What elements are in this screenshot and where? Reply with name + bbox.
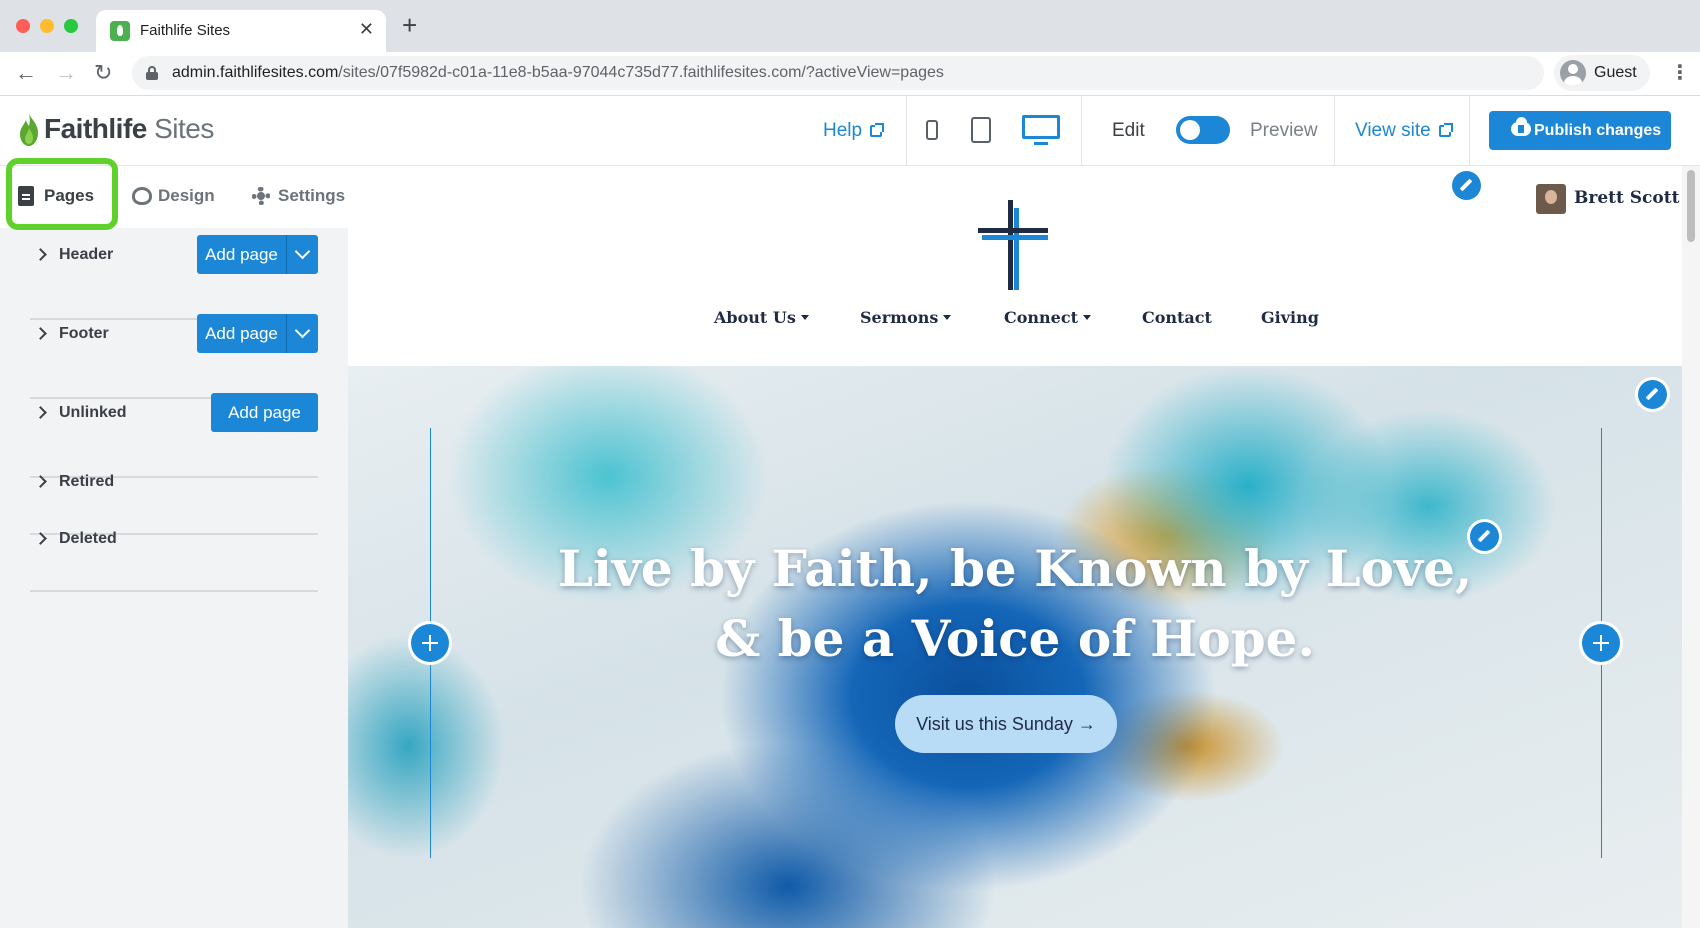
- tab-settings[interactable]: Settings: [240, 166, 345, 228]
- caret-down-icon: [800, 315, 809, 320]
- tab-pages[interactable]: Pages: [6, 158, 118, 230]
- nav-about-us[interactable]: About Us: [714, 308, 809, 327]
- section-retired[interactable]: Retired: [30, 455, 318, 513]
- palette-icon: [132, 187, 152, 205]
- address-bar[interactable]: admin.faithlifesites.com/sites/07f5982d-…: [132, 56, 1544, 90]
- add-page-button[interactable]: Add page: [211, 393, 318, 432]
- header-divider: [1334, 96, 1335, 166]
- reload-icon[interactable]: ↻: [94, 61, 112, 85]
- caret-down-icon: [1082, 315, 1091, 320]
- edit-preview-toggle[interactable]: [1176, 116, 1230, 144]
- window-zoom-button[interactable]: [64, 19, 78, 33]
- user-name[interactable]: Brett Scott: [1574, 188, 1679, 208]
- hero-title-line-1: Live by Faith, be Known by Love,: [557, 539, 1473, 598]
- toggle-knob: [1180, 120, 1200, 140]
- url-text[interactable]: admin.faithlifesites.com/sites/07f5982d-…: [172, 64, 944, 82]
- profile-label: Guest: [1594, 64, 1637, 81]
- pages-sidebar: Pages Design Settings Header Add page Fo…: [0, 158, 348, 928]
- section-deleted[interactable]: Deleted: [30, 512, 318, 570]
- section-header[interactable]: Header Add page: [30, 228, 318, 286]
- external-link-icon: [1438, 123, 1453, 137]
- browser-toolbar: ← → ↻ admin.faithlifesites.com/sites/07f…: [0, 52, 1700, 96]
- logo-text-light: Sites: [146, 113, 214, 144]
- chevron-right-icon[interactable]: [34, 475, 47, 488]
- add-column-right-icon[interactable]: [1582, 624, 1620, 662]
- profile-button[interactable]: Guest: [1554, 55, 1650, 91]
- guest-avatar-icon: [1560, 60, 1586, 86]
- external-link-icon: [870, 123, 885, 137]
- tab-design[interactable]: Design: [120, 166, 220, 228]
- phone-view-icon[interactable]: [926, 120, 938, 140]
- tablet-view-icon[interactable]: [971, 117, 991, 143]
- lock-icon: [146, 66, 158, 80]
- chevron-down-icon[interactable]: [286, 235, 318, 274]
- section-footer[interactable]: Footer Add page: [30, 307, 318, 365]
- header-divider: [1469, 96, 1470, 166]
- chevron-right-icon[interactable]: [34, 327, 47, 340]
- preview-scrollbar-thumb[interactable]: [1687, 170, 1695, 242]
- row-divider: [30, 590, 318, 592]
- nav-contact[interactable]: Contact: [1142, 308, 1212, 327]
- chevron-right-icon[interactable]: [34, 248, 47, 261]
- cloud-upload-icon: [1511, 117, 1531, 136]
- chevron-right-icon[interactable]: [34, 532, 47, 545]
- pages-tab-highlight: [6, 158, 118, 230]
- forward-arrow-icon[interactable]: →: [55, 61, 77, 85]
- chevron-right-icon[interactable]: [34, 406, 47, 419]
- sidebar-tabs: Pages Design Settings: [0, 158, 348, 230]
- flame-logo-icon: [20, 114, 38, 146]
- add-page-button[interactable]: Add page: [197, 235, 286, 274]
- add-page-group: Add page: [197, 235, 318, 275]
- logo-text-bold: Faithlife: [44, 113, 147, 144]
- tab-close-icon[interactable]: ✕: [359, 19, 374, 40]
- browser-menu-icon[interactable]: ⋮: [1670, 60, 1690, 85]
- nav-giving[interactable]: Giving: [1261, 308, 1319, 327]
- nav-connect[interactable]: Connect: [1004, 308, 1091, 327]
- site-preview-canvas: Brett Scott About Us Sermons Connect Con…: [348, 166, 1682, 928]
- user-avatar[interactable]: [1536, 184, 1566, 214]
- add-page-button[interactable]: Add page: [197, 314, 286, 353]
- desktop-view-icon[interactable]: [1022, 115, 1060, 145]
- site-navigation: About Us Sermons Connect Contact Giving: [348, 308, 1682, 348]
- window-close-button[interactable]: [16, 19, 30, 33]
- preview-scrollbar[interactable]: [1682, 166, 1700, 928]
- hero-title[interactable]: Live by Faith, be Known by Love, & be a …: [448, 534, 1582, 674]
- header-divider: [1081, 96, 1082, 166]
- edit-pencil-icon[interactable]: [1638, 380, 1667, 409]
- app-header: Faithlife Sites Help Edit Preview View s…: [0, 96, 1700, 166]
- browser-tab[interactable]: Faithlife Sites ✕: [96, 10, 386, 52]
- section-unlinked[interactable]: Unlinked Add page: [30, 386, 318, 444]
- church-cross-logo[interactable]: [978, 200, 1048, 290]
- view-site-link[interactable]: View site: [1355, 120, 1453, 142]
- browser-tab-strip: Faithlife Sites ✕ +: [0, 0, 1700, 52]
- help-link[interactable]: Help: [823, 120, 885, 142]
- visit-us-button[interactable]: Visit us this Sunday →: [895, 695, 1117, 753]
- hero-title-line-2: & be a Voice of Hope.: [715, 609, 1315, 668]
- chevron-down-icon[interactable]: [286, 314, 318, 353]
- faithlife-favicon-icon: [110, 21, 130, 41]
- add-page-group: Add page: [211, 393, 318, 433]
- hero-section[interactable]: Live by Faith, be Known by Love, & be a …: [348, 366, 1682, 928]
- edit-mode-label[interactable]: Edit: [1112, 120, 1145, 142]
- add-page-group: Add page: [197, 314, 318, 354]
- new-tab-button[interactable]: +: [402, 12, 417, 38]
- preview-mode-label[interactable]: Preview: [1250, 120, 1318, 142]
- edit-pencil-icon[interactable]: [1452, 171, 1481, 200]
- back-arrow-icon[interactable]: ←: [15, 61, 37, 85]
- site-header[interactable]: Brett Scott About Us Sermons Connect Con…: [348, 166, 1682, 366]
- header-divider: [906, 96, 907, 166]
- tab-title: Faithlife Sites: [140, 22, 231, 39]
- add-column-left-icon[interactable]: [411, 624, 449, 662]
- publish-changes-button[interactable]: Publish changes: [1489, 111, 1671, 150]
- nav-sermons[interactable]: Sermons: [860, 308, 952, 327]
- window-minimize-button[interactable]: [40, 19, 54, 33]
- gear-icon: [252, 187, 270, 205]
- caret-down-icon: [943, 315, 952, 320]
